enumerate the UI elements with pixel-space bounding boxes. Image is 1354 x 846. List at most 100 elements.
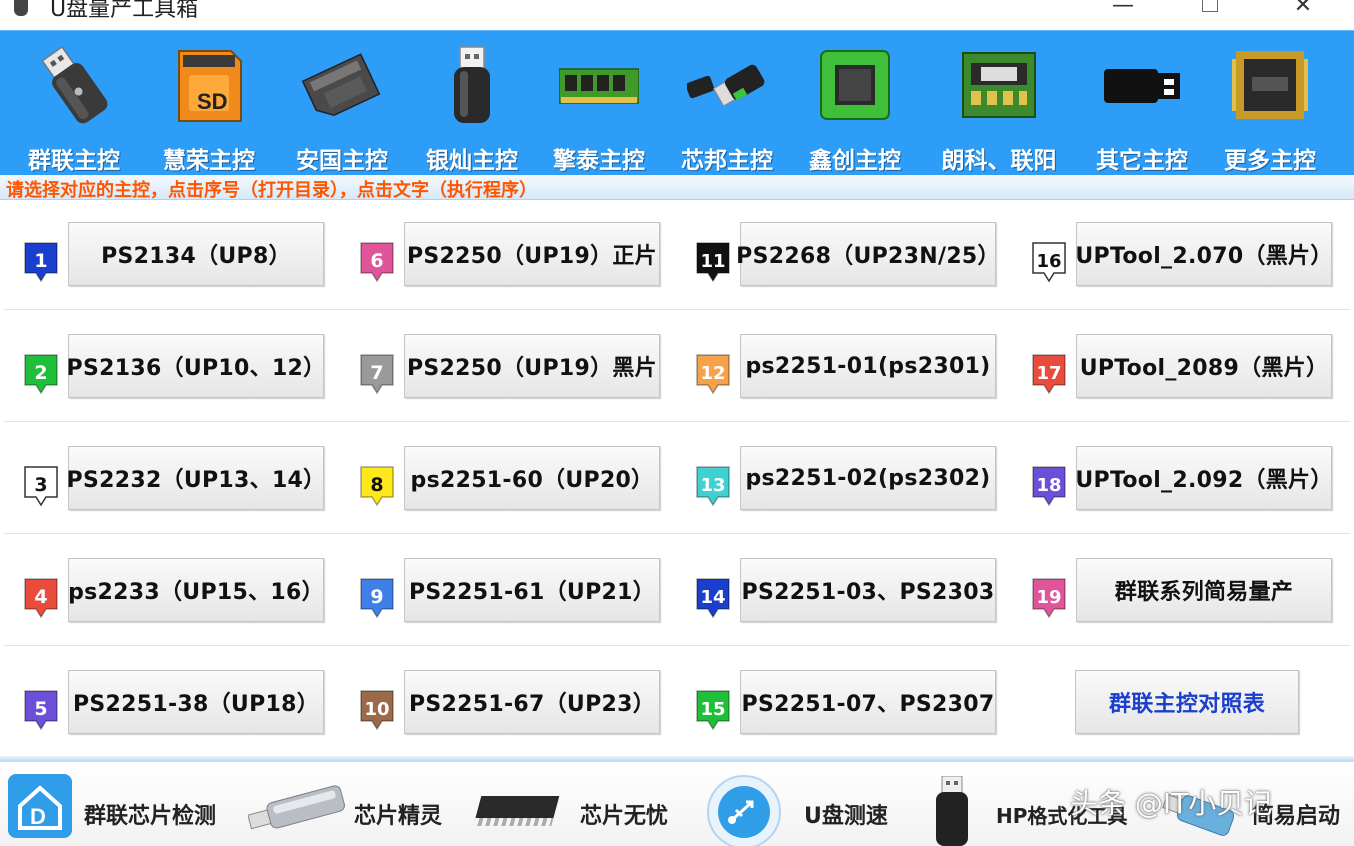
tool-launch-button[interactable]: PS2250（UP19）黑片 bbox=[404, 334, 660, 398]
badge-number: 14 bbox=[700, 587, 725, 608]
bottom-tool-chip-genius[interactable]: 芯片精灵 bbox=[244, 762, 466, 846]
tool-launch-button[interactable]: PS2268（UP23N/25） bbox=[736, 222, 1000, 286]
tool-launch-button[interactable]: PS2250（UP19）正片 bbox=[404, 222, 660, 286]
tool-number-badge[interactable]: 2 bbox=[22, 352, 58, 395]
tool-number-badge[interactable]: 5 bbox=[22, 688, 58, 731]
tool-number-badge[interactable]: 15 bbox=[694, 688, 730, 731]
tool-cell-2: 2 PS2136（UP10、12） bbox=[22, 334, 342, 398]
bottom-tool-label: 芯片精灵 bbox=[354, 804, 443, 829]
tool-launch-button[interactable]: UPTool_2089（黑片） bbox=[1076, 334, 1332, 398]
tool-launch-button[interactable]: ps2233（UP15、16） bbox=[68, 558, 324, 622]
close-button[interactable]: ✕ bbox=[1283, 0, 1323, 20]
bottom-tool-chip-detect[interactable]: D 群联芯片检测 bbox=[0, 762, 240, 846]
usb-app-icon bbox=[14, 0, 28, 16]
tool-number-badge[interactable]: 14 bbox=[694, 576, 730, 619]
tool-launch-button[interactable]: UPTool_2.092（黑片） bbox=[1075, 446, 1332, 510]
svg-text:SD: SD bbox=[197, 89, 228, 114]
processor-icon bbox=[1232, 51, 1308, 119]
tool-launch-button[interactable]: PS2134（UP8） bbox=[68, 222, 324, 286]
toolbar-alcor[interactable]: 安国主控 bbox=[278, 31, 406, 176]
bottom-tool-label: 群联芯片检测 bbox=[84, 804, 217, 829]
toolbar-skymedi[interactable]: 擎泰主控 bbox=[535, 31, 663, 176]
badge-number: 8 bbox=[370, 474, 383, 496]
tool-number-badge[interactable]: 13 bbox=[694, 464, 730, 507]
usb-stick-icon bbox=[454, 46, 490, 123]
tool-launch-button[interactable]: ps2251-02(ps2302) bbox=[740, 446, 996, 510]
tool-launch-button[interactable]: 群联系列简易量产 bbox=[1076, 558, 1332, 622]
tool-number-badge[interactable]: 1 bbox=[22, 240, 58, 283]
tool-cell-18: 18 UPTool_2.092（黑片） bbox=[1030, 446, 1350, 510]
badge-number: 19 bbox=[1036, 587, 1061, 608]
tool-number-badge[interactable]: 16 bbox=[1030, 240, 1066, 283]
bottom-tool-speed-test[interactable]: U盘测速 bbox=[700, 762, 904, 846]
tool-number-badge[interactable]: 11 bbox=[694, 240, 730, 283]
toolbar-innostor[interactable]: 银灿主控 bbox=[408, 31, 536, 176]
tool-number-badge[interactable]: 19 bbox=[1030, 576, 1066, 619]
tool-cell-4: 4 ps2233（UP15、16） bbox=[22, 558, 342, 622]
toolbar-label: 慧荣主控 bbox=[163, 148, 255, 174]
toolbar-phison[interactable]: 群联主控 bbox=[10, 31, 138, 176]
tool-cell-3: 3 PS2232（UP13、14） bbox=[22, 446, 342, 510]
tool-cell-14: 14 PS2251-03、PS2303 bbox=[694, 558, 1014, 622]
badge-number: 10 bbox=[364, 699, 389, 720]
tool-launch-button[interactable]: PS2251-67（UP23） bbox=[404, 670, 660, 734]
circuit-board-icon bbox=[962, 52, 1036, 118]
tool-number-badge[interactable]: 4 bbox=[22, 576, 58, 619]
tool-launch-button[interactable]: ps2251-01(ps2301) bbox=[740, 334, 996, 398]
usb-plug-icon bbox=[1104, 69, 1180, 103]
hint-bar: 请选择对应的主控，点击序号（打开目录），点击文字（执行程序） bbox=[0, 175, 1354, 201]
tool-launch-button[interactable]: PS2251-38（UP18） bbox=[68, 670, 324, 734]
usb-drive-icon bbox=[41, 45, 108, 124]
usb-flash-green-icon bbox=[687, 64, 765, 107]
micro-sd-card-icon bbox=[302, 53, 381, 117]
tool-number-badge[interactable]: 7 bbox=[358, 352, 394, 395]
tool-cell-8: 8 ps2251-60（UP20） bbox=[358, 446, 678, 510]
toolbar-label: 群联主控 bbox=[28, 148, 120, 174]
tool-launch-button[interactable]: PS2251-07、PS2307 bbox=[740, 670, 996, 734]
toolbar-others[interactable]: 其它主控 bbox=[1078, 31, 1206, 176]
tool-number-badge[interactable]: 3 bbox=[22, 464, 58, 507]
toolbar-label: 安国主控 bbox=[296, 148, 388, 174]
tool-launch-button[interactable]: PS2136（UP10、12） bbox=[67, 334, 325, 398]
svg-text:D: D bbox=[30, 804, 46, 829]
tool-cell-13: 13 ps2251-02(ps2302) bbox=[694, 446, 1014, 510]
tool-number-badge[interactable]: 12 bbox=[694, 352, 730, 395]
toolbar-label: 擎泰主控 bbox=[553, 148, 645, 174]
maximize-button[interactable] bbox=[1190, 0, 1230, 20]
ic-chip-icon bbox=[473, 796, 560, 826]
tool-number-badge[interactable]: 9 bbox=[358, 576, 394, 619]
usb-black-icon bbox=[936, 776, 968, 846]
tool-number-badge[interactable]: 18 bbox=[1030, 464, 1066, 507]
phison-reference-table-button[interactable]: 群联主控对照表 bbox=[1075, 670, 1299, 734]
badge-number: 2 bbox=[34, 362, 47, 384]
usb-circle-icon bbox=[707, 775, 781, 846]
toolbar-sm[interactable]: SD 慧荣主控 bbox=[145, 31, 273, 176]
tool-number-badge[interactable]: 8 bbox=[358, 464, 394, 507]
badge-number: 15 bbox=[700, 699, 725, 720]
toolbar-chipsbank[interactable]: 芯邦主控 bbox=[663, 31, 791, 176]
badge-number: 6 bbox=[370, 250, 383, 272]
bottom-tool-chip-easy[interactable]: 芯片无忧 bbox=[468, 762, 692, 846]
minimize-button[interactable]: — bbox=[1103, 0, 1143, 20]
tool-launch-button[interactable]: PS2232（UP13、14） bbox=[67, 446, 325, 510]
badge-number: 4 bbox=[34, 586, 47, 608]
bottom-tool-label: 芯片无忧 bbox=[580, 804, 669, 829]
tool-grid: 1 PS2134（UP8） 2 PS2136（UP10、12） 3 PS2232（UP13… bbox=[0, 200, 1354, 756]
tool-number-badge[interactable]: 10 bbox=[358, 688, 394, 731]
home-d-icon: D bbox=[8, 774, 72, 838]
tool-launch-button[interactable]: UPTool_2.070（黑片） bbox=[1075, 222, 1332, 286]
tool-launch-button[interactable]: ps2251-60（UP20） bbox=[404, 446, 660, 510]
toolbar-usbest[interactable]: 鑫创主控 bbox=[791, 31, 919, 176]
hint-text: 请选择对应的主控，点击序号（打开目录），点击文字（执行程序） bbox=[6, 180, 537, 201]
row-divider bbox=[4, 533, 1350, 534]
badge-number: 17 bbox=[1036, 363, 1061, 384]
tool-cell-19: 19 群联系列简易量产 bbox=[1030, 558, 1350, 622]
tool-number-badge[interactable]: 6 bbox=[358, 240, 394, 283]
row-divider bbox=[4, 309, 1350, 310]
tool-number-badge[interactable]: 17 bbox=[1030, 352, 1066, 395]
tool-launch-button[interactable]: PS2251-03、PS2303 bbox=[740, 558, 996, 622]
tool-launch-button[interactable]: PS2251-61（UP21） bbox=[404, 558, 660, 622]
toolbar-netac-ite[interactable]: 朗科、联阳 bbox=[935, 31, 1063, 176]
toolbar-label: 朗科、联阳 bbox=[941, 148, 1057, 174]
toolbar-more[interactable]: 更多主控 bbox=[1206, 31, 1334, 176]
